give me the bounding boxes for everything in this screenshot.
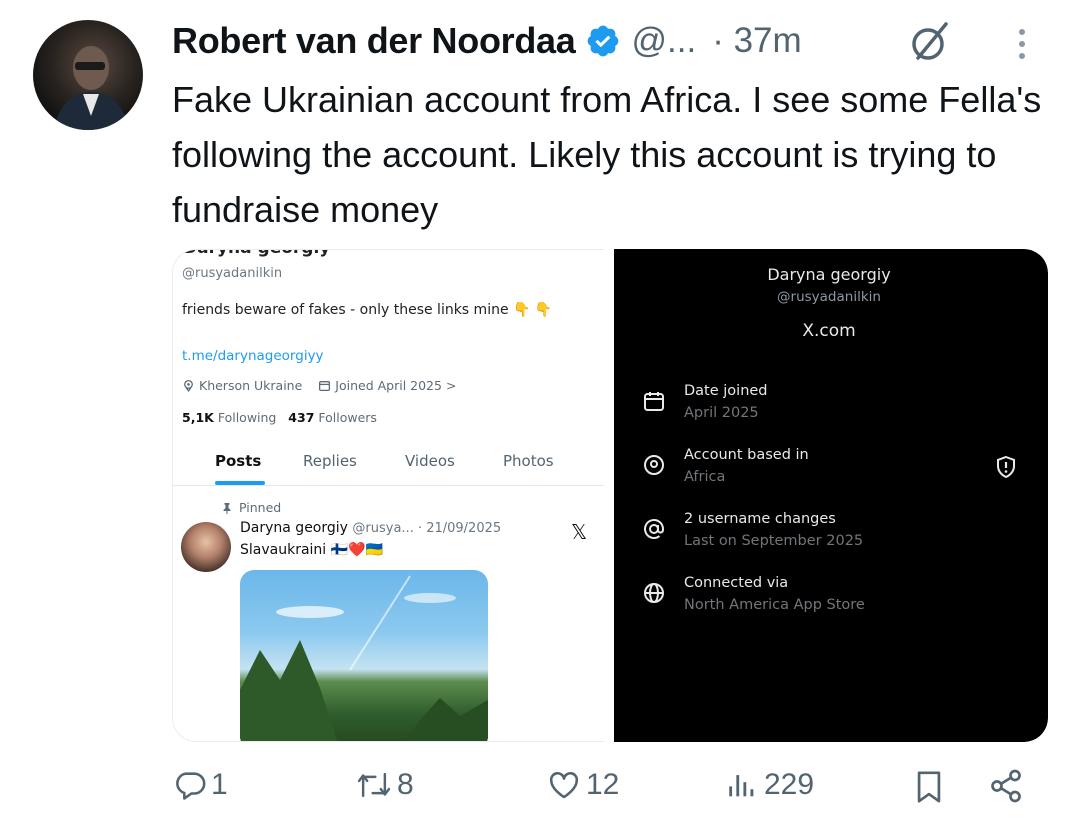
profile-tabs: Posts Replies Videos Photos — [173, 450, 604, 486]
about-row-sub: Africa — [684, 469, 726, 485]
about-row-date-joined: Date joined April 2025 — [642, 383, 1032, 427]
pinned-text: Pinned — [239, 500, 282, 515]
x-logo-icon: 𝕏 — [571, 520, 588, 544]
media-image-about-account[interactable]: Daryna georgiy @rusyadanilkin X.com Date… — [614, 249, 1048, 742]
bookmark-button[interactable] — [912, 768, 946, 806]
share-button[interactable] — [988, 768, 1024, 804]
tab-underline — [215, 481, 265, 485]
calendar-small-icon — [319, 381, 331, 392]
verified-badge-icon — [585, 23, 621, 59]
about-site: X.com — [802, 321, 856, 341]
repost-count: 8 — [397, 768, 414, 801]
about-row-account-based-in: Account based in Africa — [642, 447, 1032, 491]
views-count: 229 — [764, 768, 815, 801]
avatar-image — [53, 46, 129, 130]
post-flags-emoji: 🇫🇮❤️🇺🇦 — [330, 542, 383, 558]
pinned-label: Pinned — [221, 500, 281, 515]
profile-handle: @rusyadanilkin — [182, 266, 283, 281]
post-meta: @rusya... · 21/09/2025 — [352, 521, 502, 536]
media-image-profile[interactable]: Daryna georgiy @rusyadanilkin friends be… — [172, 249, 604, 742]
repost-icon — [357, 772, 391, 798]
bookmark-icon — [917, 771, 941, 803]
about-row-title: 2 username changes — [684, 511, 836, 527]
location-pin-icon — [184, 379, 193, 392]
like-button[interactable]: 12 — [546, 768, 619, 802]
author-avatar[interactable] — [33, 20, 143, 130]
heart-icon — [549, 772, 579, 799]
about-row-title: Account based in — [684, 447, 809, 463]
post-text: Slavaukraini 🇫🇮❤️🇺🇦 — [240, 542, 383, 558]
calendar-icon — [644, 392, 664, 411]
views-icon — [729, 775, 754, 797]
pin-icon — [223, 502, 231, 514]
profile-bio-text: friends beware of fakes - only these lin… — [182, 302, 509, 318]
views-button[interactable]: 229 — [724, 768, 814, 802]
share-icon — [991, 769, 1021, 803]
profile-meta: Kherson Ukraine Joined April 2025 > — [182, 378, 456, 393]
repost-button[interactable]: 8 — [355, 768, 414, 802]
following-count: 5,1K — [182, 410, 214, 425]
about-row-sub: Last on September 2025 — [684, 533, 864, 549]
about-name: Daryna georgiy — [767, 265, 891, 284]
tab-photos: Photos — [503, 452, 554, 470]
post-author: Daryna georgiy — [240, 520, 348, 536]
globe-icon — [644, 583, 664, 603]
followers-count: 437 — [288, 410, 315, 425]
time-separator: · — [712, 21, 724, 60]
more-options-icon[interactable] — [1012, 26, 1032, 62]
profile-joined: Joined April 2025 > — [335, 378, 457, 393]
about-row-title: Date joined — [684, 383, 768, 399]
at-icon — [644, 518, 664, 539]
post-text-value: Slavaukraini — [240, 542, 327, 558]
author-handle[interactable]: @... — [631, 21, 696, 61]
reply-count: 1 — [211, 768, 228, 801]
about-row-sub: April 2025 — [684, 405, 759, 421]
tweet-text: Fake Ukrainian account from Africa. I se… — [172, 79, 1042, 230]
post-avatar — [181, 522, 231, 572]
reply-icon — [176, 772, 206, 800]
reply-button[interactable]: 1 — [173, 768, 228, 802]
time-value: 37m — [733, 21, 802, 60]
about-row-sub: North America App Store — [684, 597, 865, 613]
post-header: Daryna georgiy @rusya... · 21/09/2025 — [240, 520, 501, 536]
profile-name: Daryna georgiy — [183, 250, 330, 258]
profile-bio: friends beware of fakes - only these lin… — [182, 302, 552, 318]
tweet-time[interactable]: · 37m — [712, 21, 801, 61]
tweet-actions: 1 8 12 229 — [0, 768, 1080, 818]
like-count: 12 — [586, 768, 620, 801]
tweet-media[interactable]: Daryna georgiy @rusyadanilkin friends be… — [172, 249, 1048, 742]
tab-posts: Posts — [215, 452, 262, 470]
location-icon — [644, 455, 664, 475]
following-label: Following — [217, 410, 277, 425]
pointing-down-emoji: 👇 👇 — [513, 302, 553, 318]
shield-alert-icon — [997, 455, 1015, 479]
profile-link: t.me/darynageorgiyy — [182, 348, 324, 364]
about-row-username-changes: 2 username changes Last on September 202… — [642, 511, 1032, 555]
profile-stats: 5,1K Following 437 Followers — [182, 410, 377, 425]
author-name[interactable]: Robert van der Noordaa — [172, 20, 576, 62]
tab-videos: Videos — [405, 452, 455, 470]
about-row-connected-via: Connected via North America App Store — [642, 575, 1032, 619]
post-image — [240, 570, 488, 741]
grok-icon[interactable] — [908, 20, 952, 64]
tweet-header: Robert van der Noordaa @... · 37m — [172, 18, 1052, 64]
tab-replies: Replies — [303, 452, 357, 470]
about-row-title: Connected via — [684, 575, 789, 591]
about-handle: @rusyadanilkin — [777, 289, 881, 305]
followers-label: Followers — [318, 410, 377, 425]
profile-location: Kherson Ukraine — [199, 378, 303, 393]
